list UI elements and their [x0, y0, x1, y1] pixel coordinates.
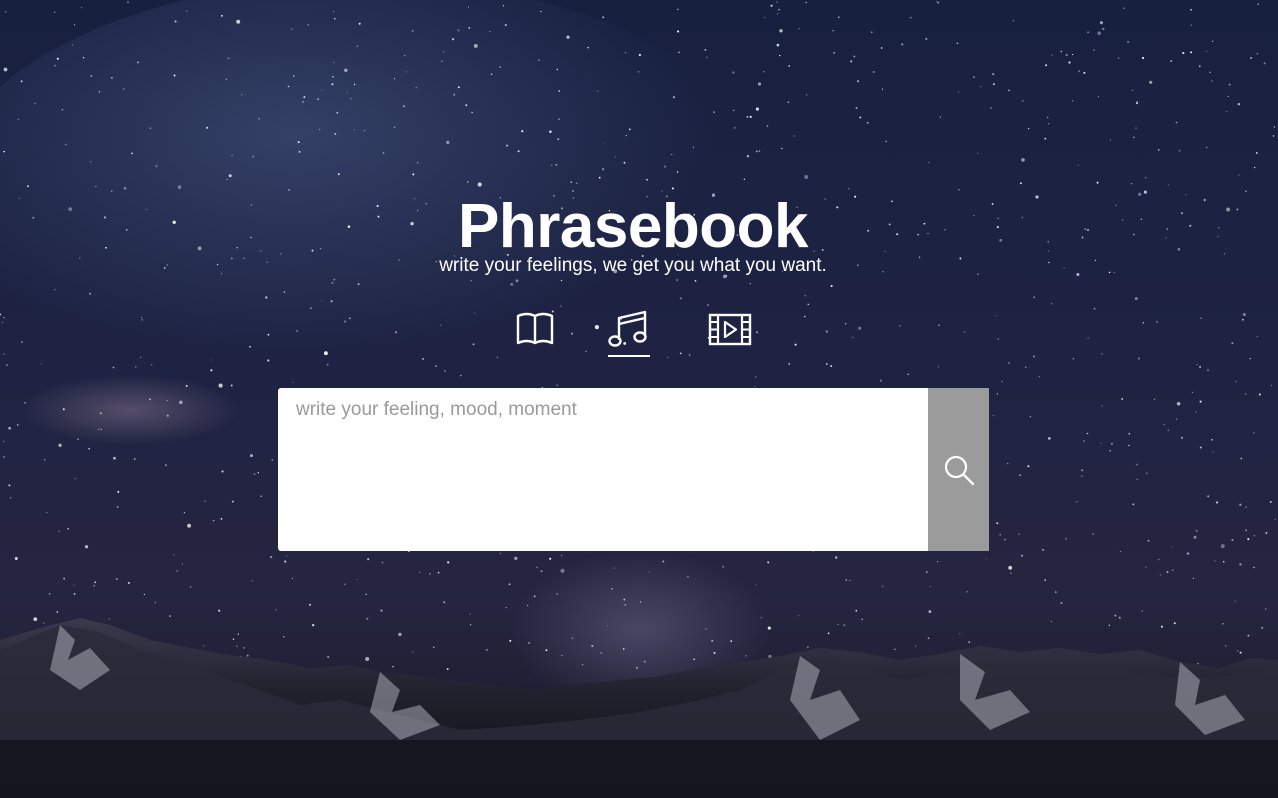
- search-button[interactable]: [928, 388, 989, 551]
- music-note-icon: [608, 310, 647, 347]
- film-strip-icon: [708, 313, 752, 346]
- category-tabs: [0, 310, 1278, 362]
- tab-music[interactable]: [608, 310, 650, 358]
- landing-page: Phrasebook write your feelings, we get y…: [0, 0, 1278, 798]
- open-book-icon: [516, 312, 554, 345]
- app-tagline: write your feelings, we get you what you…: [439, 255, 827, 276]
- search-icon: [944, 455, 974, 485]
- feeling-input-box: [278, 388, 928, 551]
- app-title: Phrasebook: [458, 192, 808, 261]
- feeling-input[interactable]: [278, 388, 928, 551]
- tab-books[interactable]: [514, 310, 556, 358]
- tab-movies[interactable]: [708, 310, 752, 358]
